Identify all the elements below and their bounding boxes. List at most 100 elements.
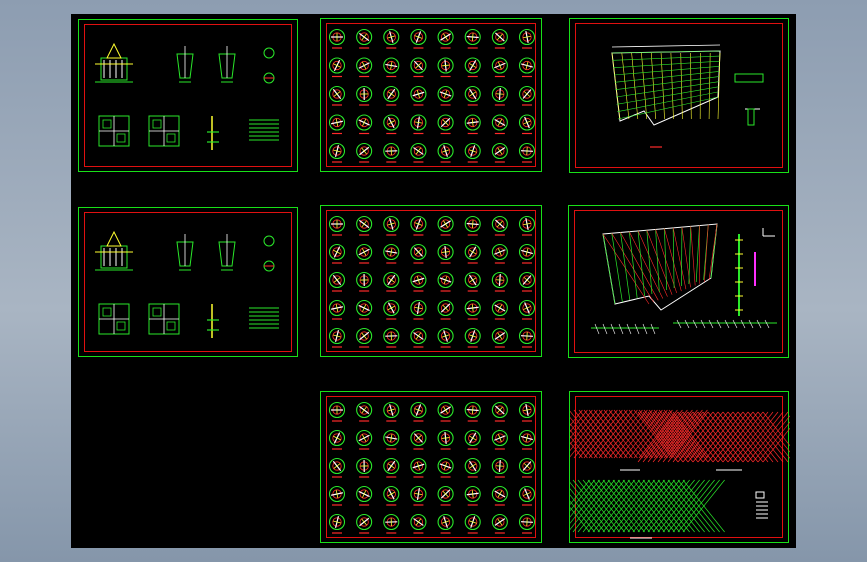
drawing-stroke xyxy=(415,147,422,155)
drawing-stroke xyxy=(664,228,668,291)
drawing-stroke xyxy=(612,55,720,61)
drawing-stroke xyxy=(695,225,700,283)
drawing-stroke xyxy=(387,305,396,311)
drawing-stroke xyxy=(692,319,698,329)
drawing-stroke xyxy=(748,319,754,329)
drawing-stroke xyxy=(443,406,449,414)
drawing-stroke xyxy=(387,91,395,97)
node-symbol xyxy=(263,235,275,247)
drawing-stroke xyxy=(116,133,126,143)
drawing-stroke xyxy=(752,411,790,459)
drawing-stroke xyxy=(497,490,503,498)
sheet-drawing xyxy=(328,401,536,534)
drawing-stroke xyxy=(441,64,450,67)
drawing-stroke xyxy=(676,319,682,329)
drawing-stroke xyxy=(732,319,738,329)
drawing-stroke xyxy=(495,93,504,95)
drawing-stroke xyxy=(631,52,639,120)
drawing-stroke xyxy=(610,323,616,335)
drawing-stroke xyxy=(469,63,477,68)
drawing-stroke xyxy=(594,323,600,335)
cad-drawing-viewport[interactable] xyxy=(71,14,796,548)
drawing-stroke xyxy=(471,405,474,415)
drawing-stroke xyxy=(618,323,624,335)
drawing-stroke xyxy=(469,435,477,441)
drawing-stroke xyxy=(361,406,367,414)
drawing-stroke xyxy=(634,323,640,335)
drawing-stroke xyxy=(102,119,112,129)
drawing-stroke xyxy=(708,319,714,329)
drawing-stroke xyxy=(100,57,128,81)
drawing-stroke xyxy=(441,251,450,253)
drawing-stroke xyxy=(100,245,128,269)
drawing-stroke xyxy=(495,465,504,467)
drawing-stroke xyxy=(602,323,608,335)
drawing-stroke xyxy=(497,304,503,312)
drawing-stroke xyxy=(441,437,450,439)
drawing-stroke xyxy=(116,321,126,331)
drawing-stroke xyxy=(700,319,706,329)
sheet-drawing xyxy=(328,215,536,348)
drawing-stroke xyxy=(415,332,422,340)
sheet-drawing xyxy=(95,42,279,150)
drawing-stroke xyxy=(333,463,341,469)
drawing-stroke xyxy=(387,120,396,125)
drawing-sheet-foundation-details-2[interactable] xyxy=(78,207,298,357)
node-symbol xyxy=(263,47,275,59)
sheet-drawing xyxy=(95,230,279,338)
drawing-sheet-node-details-2[interactable] xyxy=(320,205,542,357)
drawing-stroke xyxy=(166,133,176,143)
drawing-stroke xyxy=(333,277,341,283)
drawing-stroke xyxy=(611,52,621,120)
drawing-stroke xyxy=(613,66,720,76)
drawing-stroke xyxy=(497,518,503,526)
drawing-sheet-foundation-details-1[interactable] xyxy=(78,19,298,172)
drawing-stroke xyxy=(642,323,648,335)
drawing-stroke xyxy=(469,277,477,283)
drawing-sheet-node-details-1[interactable] xyxy=(320,18,542,172)
drawing-stroke xyxy=(680,52,683,120)
drawing-stroke xyxy=(387,463,395,469)
drawing-stroke xyxy=(690,226,696,286)
drawing-stroke xyxy=(613,60,720,68)
drawing-stroke xyxy=(102,307,112,317)
drawing-stroke xyxy=(497,332,503,340)
drawing-stroke xyxy=(471,219,474,229)
drawing-stroke xyxy=(724,319,730,329)
drawing-stroke xyxy=(469,463,477,469)
sheet-drawing xyxy=(570,409,790,539)
drawing-stroke xyxy=(471,118,474,127)
drawing-stroke xyxy=(497,118,503,127)
drawing-stroke xyxy=(764,319,770,329)
drawing-stroke xyxy=(628,231,638,299)
drawing-sheet-grid-layout[interactable] xyxy=(568,205,789,358)
drawing-stroke xyxy=(650,52,656,120)
drawing-stroke xyxy=(672,227,687,290)
drawing-stroke xyxy=(471,303,474,313)
drawing-stroke xyxy=(497,147,503,155)
drawing-stroke xyxy=(152,307,162,317)
drawing-stroke xyxy=(646,230,673,295)
drawing-stroke xyxy=(621,52,630,120)
drawing-sheet-node-details-3[interactable] xyxy=(320,391,542,543)
drawing-stroke xyxy=(570,506,590,533)
drawing-stroke xyxy=(637,230,668,297)
drawing-sheet-plan-layout[interactable] xyxy=(569,18,789,173)
sheet-drawing xyxy=(591,223,777,335)
drawing-stroke xyxy=(716,319,722,329)
drawing-stroke xyxy=(684,319,690,329)
drawing-stroke xyxy=(415,518,422,526)
drawing-stroke xyxy=(443,33,449,41)
drawing-stroke xyxy=(688,226,692,285)
drawing-stroke xyxy=(620,232,631,301)
drawing-stroke xyxy=(387,277,395,283)
sheet-drawing xyxy=(328,28,536,163)
drawing-stroke xyxy=(755,491,765,499)
drawing-stroke xyxy=(614,71,720,83)
sheet-drawing xyxy=(611,44,764,148)
drawing-stroke xyxy=(611,44,721,48)
drawing-sheet-grid-color-layout[interactable] xyxy=(569,391,790,543)
drawing-stroke xyxy=(708,52,711,120)
drawing-stroke xyxy=(469,249,477,255)
drawing-stroke xyxy=(740,319,746,329)
